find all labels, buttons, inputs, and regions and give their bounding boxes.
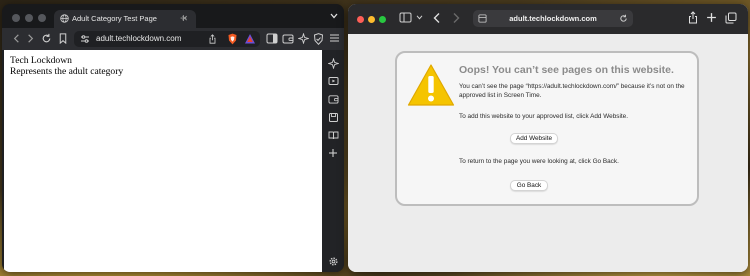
address-bar[interactable]: adult.techlockdown.com <box>74 31 260 47</box>
forward-icon[interactable] <box>451 12 461 24</box>
minimize-window-button[interactable] <box>25 14 33 22</box>
close-window-button[interactable] <box>12 14 20 22</box>
new-tab-icon[interactable] <box>706 12 717 23</box>
warning-icon <box>407 63 455 107</box>
error-title: Oops! You can’t see pages on this websit… <box>459 64 674 76</box>
address-bar-url: adult.techlockdown.com <box>509 14 597 23</box>
wallet-icon[interactable] <box>328 94 339 104</box>
forward-icon[interactable] <box>25 33 36 44</box>
new-tab-button[interactable]: + <box>180 11 187 25</box>
brave-shields-icon[interactable] <box>227 33 238 45</box>
chevron-down-icon[interactable] <box>416 15 423 20</box>
address-bar-url: adult.techlockdown.com <box>96 34 182 43</box>
reload-icon[interactable] <box>619 14 628 23</box>
screen-time-error-panel: Oops! You can’t see pages on this websit… <box>395 51 699 206</box>
tab-overview-icon[interactable] <box>725 12 737 24</box>
globe-icon <box>60 14 69 23</box>
side-panel <box>322 50 344 272</box>
minimize-window-button[interactable] <box>368 16 375 23</box>
tab-strip: Adult Category Test Page ✕ + <box>2 4 344 28</box>
safari-browser-window: adult.techlockdown.com Oops! You can’t s… <box>348 4 748 272</box>
share-icon[interactable] <box>688 11 698 24</box>
playlist-icon[interactable] <box>328 76 339 86</box>
zoom-window-button[interactable] <box>379 16 386 23</box>
share-icon[interactable] <box>208 34 217 44</box>
go-back-instruction: To return to the page you were looking a… <box>459 158 619 165</box>
back-icon[interactable] <box>432 12 442 24</box>
close-window-button[interactable] <box>357 16 364 23</box>
add-website-button[interactable]: Add Website <box>510 133 558 144</box>
settings-icon[interactable] <box>328 256 339 267</box>
site-settings-icon[interactable] <box>80 34 90 44</box>
toolbar: adult.techlockdown.com <box>348 4 748 34</box>
brave-browser-window: Adult Category Test Page ✕ + adult.techl… <box>2 4 344 272</box>
add-website-instruction: To add this website to your approved lis… <box>459 113 628 120</box>
reading-list-icon[interactable] <box>328 130 339 140</box>
brave-rewards-icon[interactable] <box>244 33 256 45</box>
menu-icon[interactable] <box>329 33 340 43</box>
add-panel-icon[interactable] <box>328 148 338 158</box>
bookmark-icon[interactable] <box>58 33 68 44</box>
page-content: Tech Lockdown Represents the adult categ… <box>4 50 322 272</box>
chevron-down-icon[interactable] <box>330 13 338 19</box>
sidebar-icon[interactable] <box>399 12 412 23</box>
wallet-icon[interactable] <box>282 33 294 44</box>
zoom-window-button[interactable] <box>38 14 46 22</box>
leo-icon[interactable] <box>298 33 309 44</box>
sidebar-toggle-icon[interactable] <box>266 33 278 44</box>
page-description-text: Represents the adult category <box>10 65 124 77</box>
tab-active[interactable]: Adult Category Test Page ✕ <box>54 10 196 28</box>
vpn-icon[interactable] <box>313 33 324 45</box>
page-heading-text: Tech Lockdown <box>10 55 72 66</box>
address-bar[interactable]: adult.techlockdown.com <box>473 10 633 27</box>
leo-ai-icon[interactable] <box>328 58 339 69</box>
reload-icon[interactable] <box>41 33 52 44</box>
tab-title: Adult Category Test Page <box>72 14 157 23</box>
bookmarks-icon[interactable] <box>328 112 339 123</box>
back-icon[interactable] <box>11 33 22 44</box>
go-back-button[interactable]: Go Back <box>510 180 548 191</box>
page-content: Oops! You can’t see pages on this websit… <box>348 34 748 272</box>
error-message: You can’t see the page “https://adult.te… <box>459 83 685 99</box>
toolbar: adult.techlockdown.com <box>2 28 344 50</box>
